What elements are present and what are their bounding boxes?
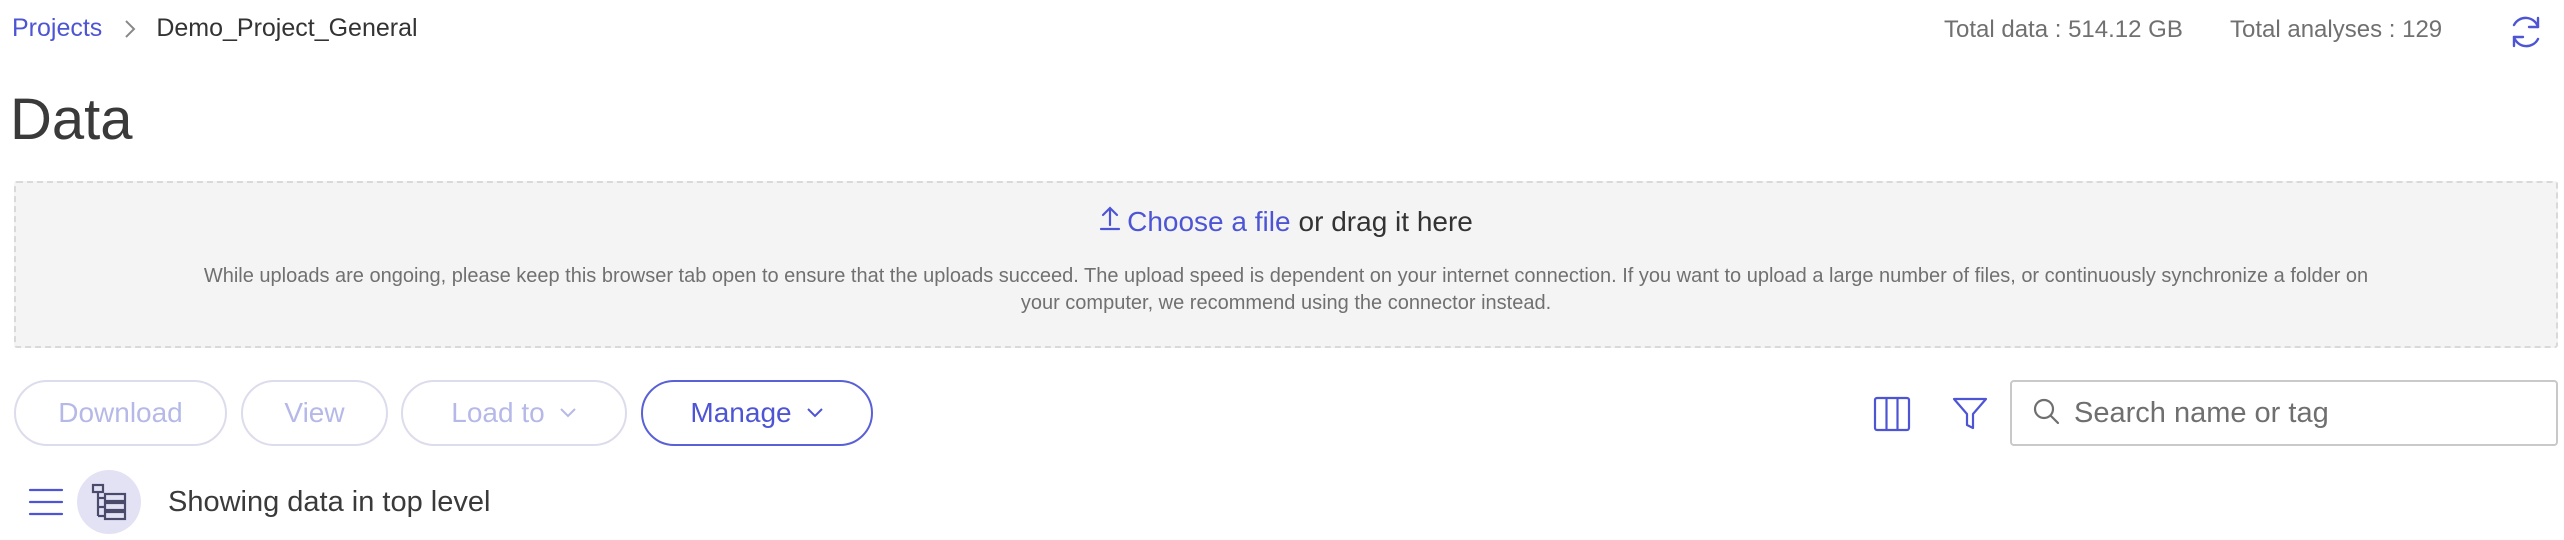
manage-button-label: Manage [690, 397, 792, 428]
columns-icon[interactable] [1870, 392, 1914, 436]
download-button[interactable]: Download [14, 380, 227, 446]
breadcrumb-projects-link[interactable]: Projects [12, 14, 102, 43]
download-button-label: Download [58, 397, 183, 428]
upload-arrow-icon [1099, 205, 1127, 238]
breadcrumb: Projects Demo_Project_General [12, 14, 418, 43]
search-icon [2032, 397, 2060, 430]
chevron-down-icon [559, 407, 577, 419]
upload-prompt: Choose a file or drag it here [16, 205, 2556, 238]
refresh-icon[interactable] [2504, 10, 2548, 54]
search-input[interactable] [2074, 396, 2534, 430]
upload-note: While uploads are ongoing, please keep t… [203, 265, 2369, 314]
drag-text: or drag it here [1298, 205, 1473, 237]
upload-dropzone[interactable]: Choose a file or drag it here While uplo… [14, 181, 2558, 348]
choose-file-label: Choose a file [1127, 205, 1291, 237]
filter-icon[interactable] [1948, 392, 1992, 436]
tree-view-icon[interactable] [77, 470, 141, 534]
chevron-down-icon [806, 407, 824, 419]
breadcrumb-current: Demo_Project_General [156, 14, 418, 42]
listing-status: Showing data in top level [168, 486, 491, 518]
list-view-icon[interactable] [14, 470, 78, 534]
chevron-right-icon [124, 19, 136, 39]
manage-button[interactable]: Manage [641, 380, 873, 446]
choose-file-link[interactable]: Choose a file [1099, 205, 1291, 238]
load-to-button[interactable]: Load to [401, 380, 627, 446]
search-box [2010, 380, 2558, 446]
view-button-label: View [284, 397, 345, 428]
total-analyses-stat: Total analyses : 129 [2230, 16, 2443, 43]
load-to-button-label: Load to [451, 397, 545, 428]
top-bar: Projects Demo_Project_General Total data… [0, 0, 2564, 64]
page-title: Data [10, 87, 133, 152]
total-data-stat: Total data : 514.12 GB [1944, 16, 2183, 43]
view-button[interactable]: View [241, 380, 388, 446]
